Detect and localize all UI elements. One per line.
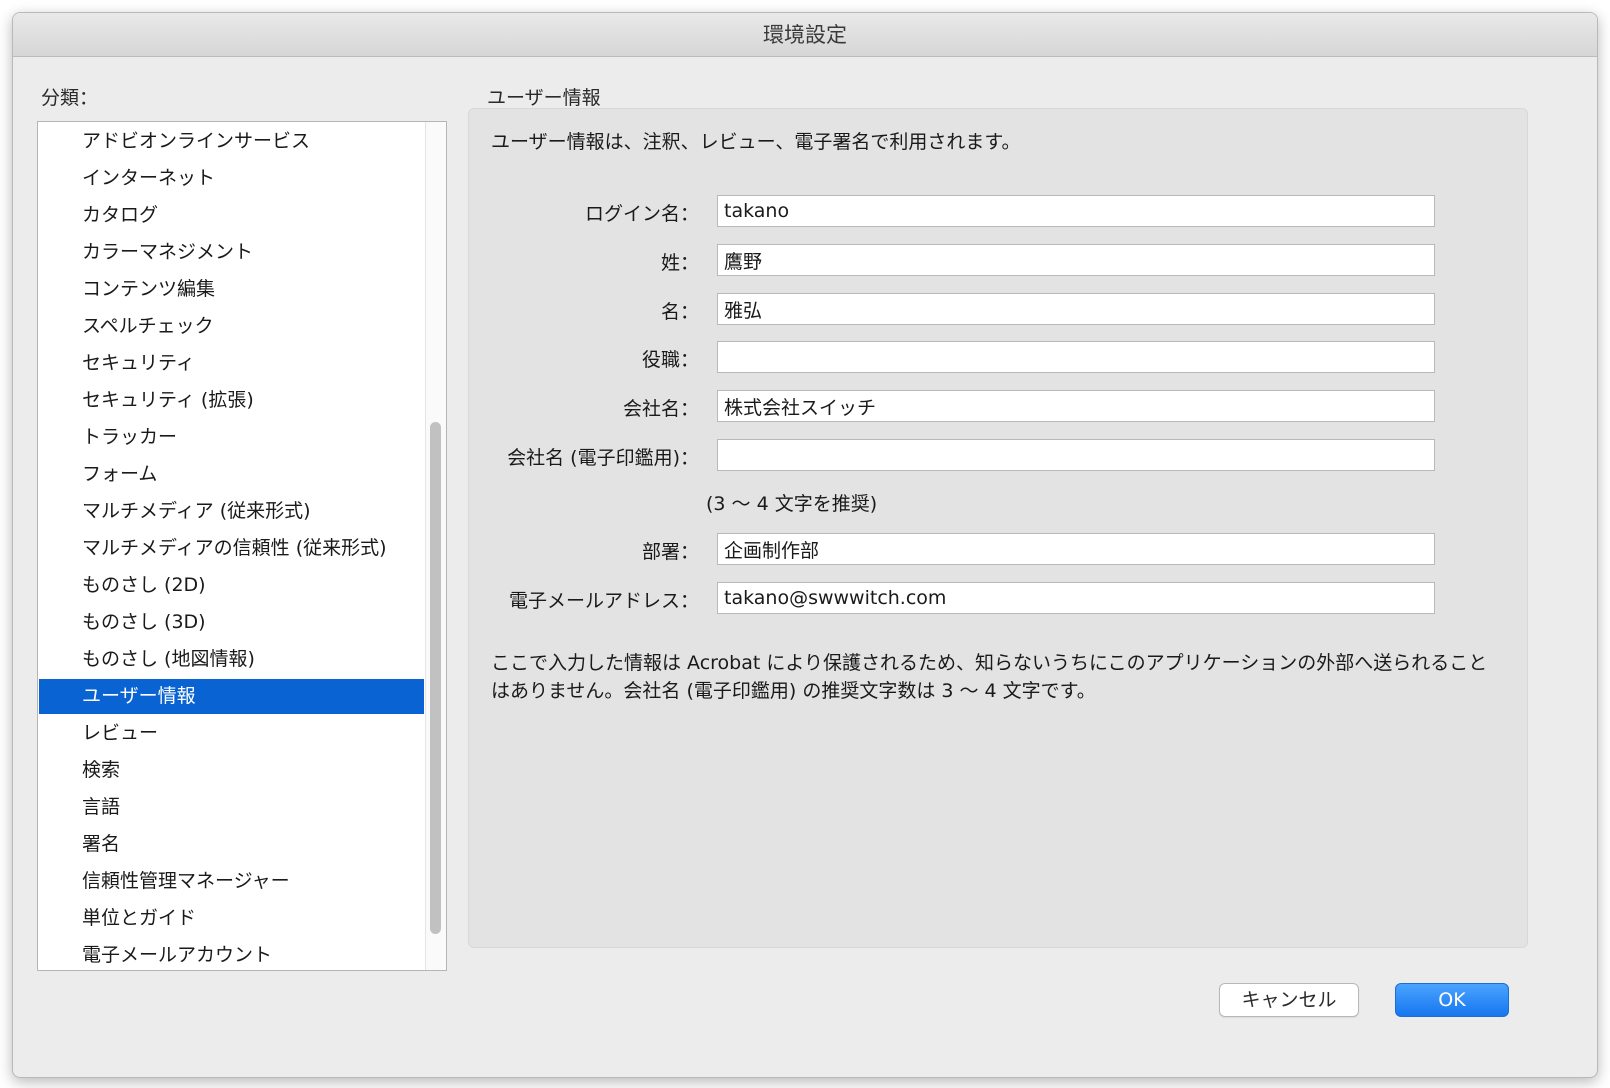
- sidebar-item-identity[interactable]: ユーザー情報: [39, 679, 424, 714]
- sidebar-item-signatures[interactable]: 署名: [39, 827, 424, 862]
- login-name-input[interactable]: [717, 195, 1435, 227]
- window-title: 環境設定: [13, 13, 1597, 57]
- identity-panel: ユーザー情報は、注釈、レビュー、電子署名で利用されます。 ログイン名： 姓： 名…: [468, 108, 1528, 948]
- sidebar-item-adobe-online-services[interactable]: アドビオンラインサービス: [39, 124, 424, 159]
- department-input[interactable]: [717, 533, 1435, 565]
- sidebar-item-measuring-geo[interactable]: ものさし (地図情報): [39, 642, 424, 677]
- department-label: 部署：: [641, 541, 699, 563]
- sidebar-item-multimedia-legacy[interactable]: マルチメディア (従来形式): [39, 494, 424, 529]
- sidebar-item-spelling[interactable]: スペルチェック: [39, 309, 424, 344]
- sidebar-item-forms[interactable]: フォーム: [39, 457, 424, 492]
- sidebar-item-color-management[interactable]: カラーマネジメント: [39, 235, 424, 270]
- sidebar-item-internet[interactable]: インターネット: [39, 161, 424, 196]
- sidebar-item-units-guides[interactable]: 単位とガイド: [39, 901, 424, 936]
- cancel-button[interactable]: キャンセル: [1219, 983, 1359, 1017]
- sidebar-item-multimedia-trust-legacy[interactable]: マルチメディアの信頼性 (従来形式): [39, 531, 424, 566]
- category-list[interactable]: アドビオンラインサービス インターネット カタログ カラーマネジメント コンテン…: [37, 121, 447, 971]
- section-title: ユーザー情報: [487, 87, 601, 109]
- job-title-label: 役職：: [641, 349, 699, 371]
- last-name-label: 姓：: [660, 252, 699, 274]
- sidebar-item-security-enhanced[interactable]: セキュリティ (拡張): [39, 383, 424, 418]
- panel-description: ユーザー情報は、注釈、レビュー、電子署名で利用されます。: [491, 131, 1021, 153]
- sidebar-item-measuring-2d[interactable]: ものさし (2D): [39, 568, 424, 603]
- privacy-footnote: ここで入力した情報は Acrobat により保護されるため、知らないうちにこのア…: [491, 652, 1488, 702]
- sidebar-item-catalog[interactable]: カタログ: [39, 198, 424, 233]
- preferences-window: 環境設定 分類： アドビオンラインサービス インターネット カタログ カラーマネ…: [12, 12, 1598, 1078]
- job-title-input[interactable]: [717, 341, 1435, 373]
- sidebar-item-measuring-3d[interactable]: ものさし (3D): [39, 605, 424, 640]
- stamp-hint: (3 〜 4 文字を推奨): [706, 493, 878, 515]
- email-input[interactable]: [717, 582, 1435, 614]
- company-label: 会社名：: [622, 398, 699, 420]
- sidebar-item-language[interactable]: 言語: [39, 790, 424, 825]
- sidebar-item-search[interactable]: 検索: [39, 753, 424, 788]
- sidebar-item-reviewing[interactable]: レビュー: [39, 716, 424, 751]
- email-label: 電子メールアドレス：: [508, 590, 699, 612]
- company-stamp-input[interactable]: [717, 439, 1435, 471]
- sidebar-item-trust-manager[interactable]: 信頼性管理マネージャー: [39, 864, 424, 899]
- sidebar-item-tracker[interactable]: トラッカー: [39, 420, 424, 455]
- last-name-input[interactable]: [717, 244, 1435, 276]
- ok-button[interactable]: OK: [1395, 983, 1509, 1017]
- login-label: ログイン名：: [584, 203, 699, 225]
- sidebar-item-email-accounts[interactable]: 電子メールアカウント: [39, 938, 424, 970]
- sidebar-item-content-editing[interactable]: コンテンツ編集: [39, 272, 424, 307]
- company-input[interactable]: [717, 390, 1435, 422]
- category-label: 分類：: [41, 87, 99, 109]
- company-stamp-label: 会社名 (電子印鑑用)：: [507, 447, 699, 469]
- sidebar-item-security[interactable]: セキュリティ: [39, 346, 424, 381]
- first-name-label: 名：: [660, 301, 699, 323]
- scrollbar-thumb[interactable]: [430, 422, 441, 934]
- first-name-input[interactable]: [717, 293, 1435, 325]
